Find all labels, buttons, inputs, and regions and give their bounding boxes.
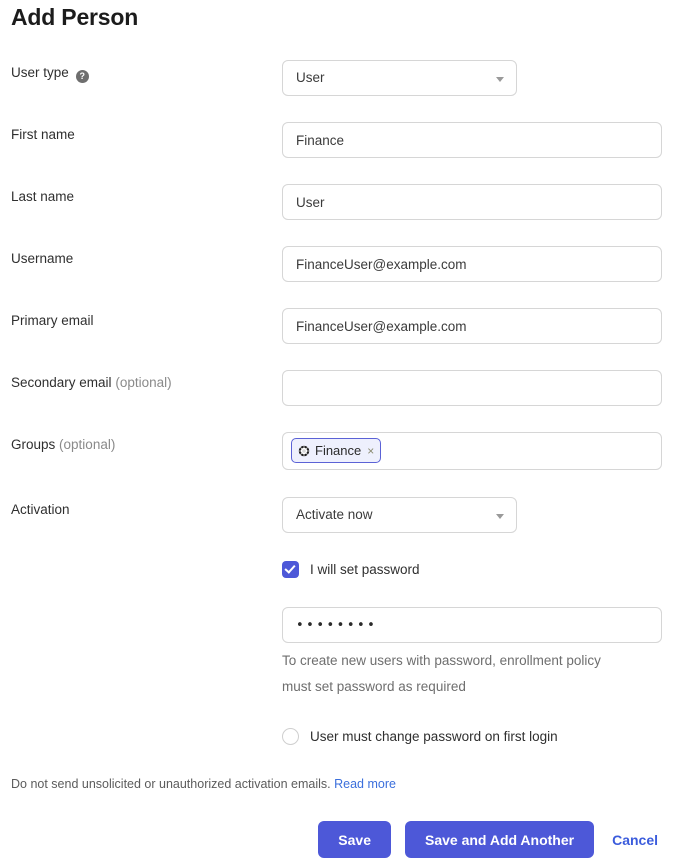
password-masked-value: •••••••• [296,618,378,633]
user-type-label: User type? [11,64,89,83]
add-person-form: Add Person User type? User First name La… [0,0,676,867]
first-name-label: First name [11,127,75,142]
password-helper-line-2: must set password as required [282,679,466,694]
group-chip-finance[interactable]: Finance × [291,438,382,463]
form-row-last-name: Last name [0,184,676,226]
set-password-checkbox-row[interactable]: I will set password [282,561,420,578]
secondary-email-optional-tag: (optional) [115,375,172,390]
groups-label: Groups (optional) [11,436,115,454]
chevron-down-icon [496,514,504,519]
last-name-input[interactable] [282,184,662,220]
change-password-checkbox[interactable] [282,728,299,745]
change-password-checkbox-row[interactable]: User must change password on first login [282,728,558,745]
set-password-checkbox[interactable] [282,561,299,578]
groups-optional-tag: (optional) [59,437,116,452]
secondary-email-label: Secondary email (optional) [11,374,172,392]
form-row-groups: Groups (optional) Finance × [0,432,676,474]
group-chip-label: Finance [315,443,362,458]
last-name-label: Last name [11,189,75,204]
password-input[interactable]: •••••••• [282,607,662,643]
activation-select[interactable]: Activate now [282,497,517,533]
remove-chip-icon[interactable]: × [365,445,374,457]
password-helper-line-1: To create new users with password, enrol… [282,653,601,668]
user-type-label-text: User type [11,65,69,80]
username-input[interactable] [282,246,662,282]
secondary-email-input[interactable] [282,370,662,406]
change-password-label: User must change password on first login [310,729,558,744]
help-circle-icon[interactable]: ? [75,70,89,83]
form-row-username: Username [0,246,676,288]
form-row-secondary-email: Secondary email (optional) [0,370,676,412]
activation-email-note-text: Do not send unsolicited or unauthorized … [11,777,331,791]
group-gear-icon [297,444,311,458]
activation-value: Activate now [296,507,373,522]
set-password-label: I will set password [310,562,420,577]
form-row-primary-email: Primary email [0,308,676,350]
read-more-link[interactable]: Read more [334,777,396,791]
primary-email-input[interactable] [282,308,662,344]
form-row-activation: Activation Activate now [0,497,676,539]
form-row-first-name: First name [0,122,676,164]
chevron-down-icon [496,77,504,82]
page-title: Add Person [11,4,139,30]
activation-email-note: Do not send unsolicited or unauthorized … [11,777,396,791]
save-button[interactable]: Save [318,821,391,858]
groups-input[interactable]: Finance × [282,432,662,470]
user-type-select[interactable]: User [282,60,517,96]
user-type-value: User [296,70,325,85]
primary-email-label: Primary email [11,313,94,328]
username-label: Username [11,251,74,266]
activation-label: Activation [11,502,70,517]
save-and-add-another-button[interactable]: Save and Add Another [404,821,595,858]
secondary-email-label-text: Secondary email [11,375,112,390]
cancel-button[interactable]: Cancel [608,832,662,848]
form-actions: Save Save and Add Another Cancel [318,821,662,858]
groups-label-text: Groups [11,437,56,452]
form-row-user-type: User type? User [0,60,676,102]
first-name-input[interactable] [282,122,662,158]
